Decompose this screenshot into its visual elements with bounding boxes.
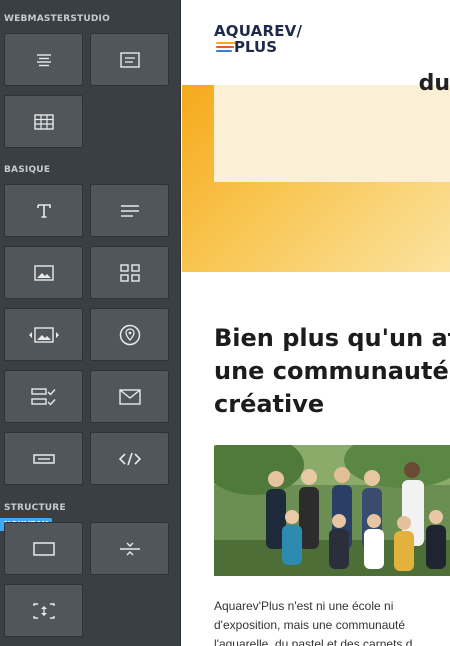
paragraph-icon	[120, 204, 139, 217]
widget-code[interactable]	[90, 432, 169, 485]
widget-sidebar: WEBMASTERSTUDIO BASIQUE STRUCTURE NOUVEA…	[0, 0, 181, 646]
widget-map[interactable]	[90, 308, 169, 361]
site-logo[interactable]: AQUAREV/ PLUS	[214, 22, 304, 62]
widget-divider[interactable]	[90, 522, 169, 575]
heading-line: Bien plus qu'un at	[214, 324, 450, 352]
text-block-icon	[36, 53, 51, 66]
widget-paragraph[interactable]	[90, 184, 169, 237]
intro-paragraph: Aquarev'Plus n'est ni une école ni d'exp…	[214, 597, 450, 646]
widget-email[interactable]	[90, 370, 169, 423]
site-header: AQUAREV/ PLUS	[182, 0, 450, 85]
widget-spacer[interactable]	[4, 584, 83, 637]
code-icon	[118, 452, 141, 465]
logo-line-2: PLUS	[234, 38, 278, 56]
widget-form[interactable]	[4, 370, 83, 423]
heading-line: une communauté	[214, 357, 449, 385]
hero-card: du	[214, 71, 450, 182]
paragraph-line: Aquarev'Plus n'est ni une école ni	[214, 599, 394, 613]
text-icon	[36, 203, 51, 218]
widget-gallery[interactable]	[90, 246, 169, 299]
group-photo	[214, 445, 450, 576]
hero-banner: du	[182, 71, 450, 272]
container-icon	[32, 541, 55, 556]
widget-container[interactable]	[4, 522, 83, 575]
image-carousel-icon	[28, 326, 59, 343]
image-icon	[33, 264, 54, 281]
logo-stroke-orange	[216, 42, 236, 44]
widget-table[interactable]	[4, 95, 83, 148]
paragraph-line: l'aquarelle, du pastel et des carnets d	[214, 637, 413, 646]
widget-button[interactable]	[4, 432, 83, 485]
widget-boxed-text[interactable]	[90, 33, 169, 86]
map-pin-icon	[119, 324, 140, 345]
spacer-icon	[32, 602, 55, 619]
widget-image[interactable]	[4, 246, 83, 299]
widget-text[interactable]	[4, 184, 83, 237]
group-photo-image	[214, 445, 450, 576]
logo-stroke-red	[216, 46, 234, 48]
button-icon	[32, 453, 55, 464]
gallery-icon	[119, 263, 140, 282]
table-icon	[33, 113, 54, 130]
email-icon	[118, 388, 141, 405]
section-title-structure: STRUCTURE	[4, 503, 66, 513]
section-heading: Bien plus qu'un at une communauté créati…	[214, 322, 450, 421]
hero-text: du	[418, 71, 450, 96]
page-preview: AQUAREV/ PLUS du Bien plus qu'un at une …	[182, 0, 450, 646]
widget-image-carousel[interactable]	[4, 308, 83, 361]
section-title-webmasterstudio: WEBMASTERSTUDIO	[4, 14, 110, 24]
widget-text-block[interactable]	[4, 33, 83, 86]
boxed-text-icon	[119, 51, 140, 68]
paragraph-line: d'exposition, mais une communauté	[214, 618, 406, 632]
logo-stroke-blue	[216, 50, 232, 52]
form-checklist-icon	[30, 387, 56, 406]
divider-icon	[119, 542, 140, 555]
heading-line: créative	[214, 390, 325, 418]
section-title-basique: BASIQUE	[4, 165, 51, 175]
